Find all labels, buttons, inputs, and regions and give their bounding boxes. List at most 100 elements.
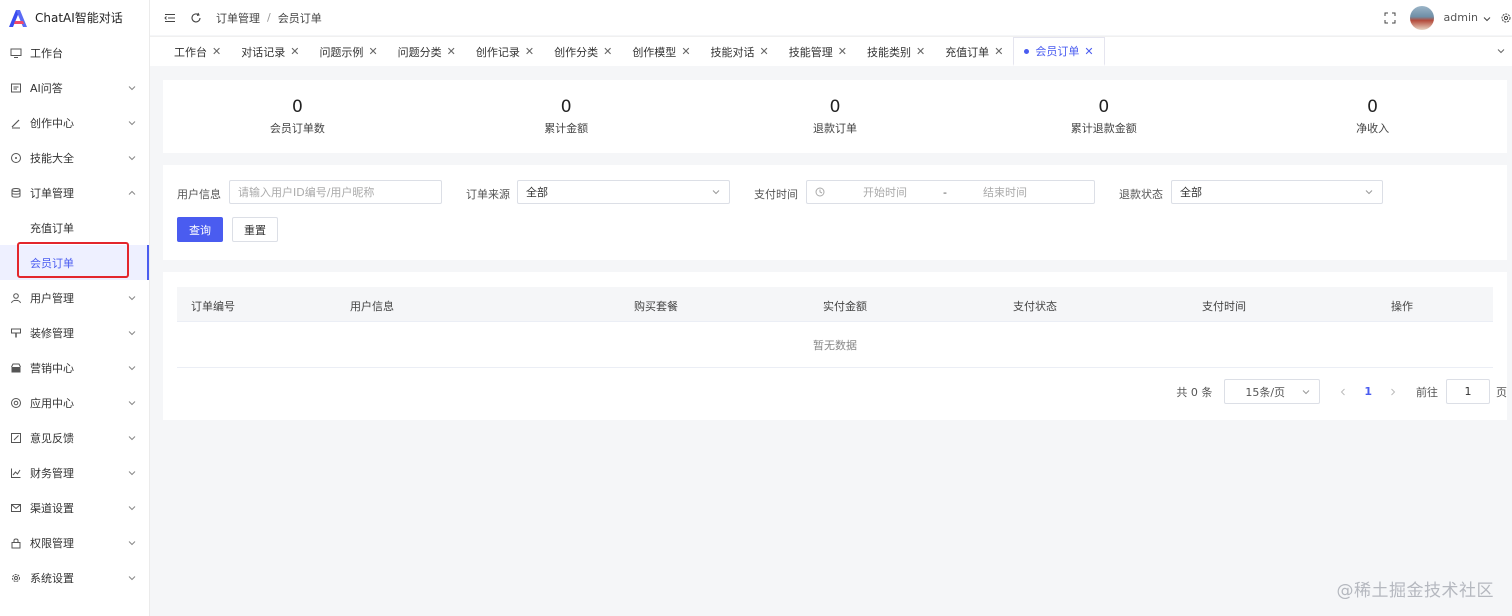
chevron-down-icon [711,187,721,197]
tab-question-categories[interactable]: 问题分类 ✕ [388,37,466,66]
tab-label: 问题分类 [397,45,442,59]
close-icon[interactable]: ✕ [1084,45,1093,58]
close-icon[interactable]: ✕ [603,45,612,58]
tab-creation-records[interactable]: 创作记录 ✕ [466,37,544,66]
sidebar-item-label: 系统设置 [30,571,74,585]
close-icon[interactable]: ✕ [838,45,847,58]
refresh-icon[interactable] [190,12,202,24]
refund-status-select[interactable]: 全部 [1171,180,1383,204]
breadcrumb-item[interactable]: 订单管理 [216,10,260,26]
user-icon [10,292,22,304]
sidebar-item-label: 装修管理 [30,326,74,340]
app-logo-icon [9,9,27,27]
sidebar-subitem-recharge-orders[interactable]: 充值订单 [0,210,149,245]
chevron-down-icon [127,503,137,513]
user-name[interactable]: admin [1444,11,1478,24]
next-page-icon[interactable] [1388,387,1398,397]
tab-workbench[interactable]: 工作台 ✕ [164,37,231,66]
tab-member-orders[interactable]: 会员订单 ✕ [1013,37,1105,66]
gear-icon[interactable] [1500,12,1512,24]
shop-icon [10,362,22,374]
close-icon[interactable]: ✕ [290,45,299,58]
chevron-down-icon [1364,187,1374,197]
order-source-value: 全部 [526,186,548,199]
sidebar-item-label: 意见反馈 [30,431,74,445]
sidebar-item-users[interactable]: 用户管理 [0,280,149,315]
page-size-select[interactable]: 15条/页 [1224,379,1321,404]
chevron-down-icon[interactable] [1496,46,1506,56]
prev-page-icon[interactable] [1338,387,1348,397]
start-time-placeholder[interactable]: 开始时间 [855,184,915,200]
close-icon[interactable]: ✕ [368,45,377,58]
close-icon[interactable]: ✕ [681,45,690,58]
fullscreen-icon[interactable] [1384,12,1396,24]
chevron-down-icon [127,83,137,93]
tab-skill-chat[interactable]: 技能对话 ✕ [701,37,779,66]
tab-skill-categories[interactable]: 技能类别 ✕ [857,37,935,66]
sidebar-item-skills[interactable]: 技能大全 [0,140,149,175]
close-icon[interactable]: ✕ [212,45,221,58]
app-icon [10,397,22,409]
chevron-down-icon [127,328,137,338]
current-page-number[interactable]: 1 [1364,385,1372,398]
sidebar-item-decoration[interactable]: 装修管理 [0,315,149,350]
chevron-down-icon [127,118,137,128]
close-icon[interactable]: ✕ [916,45,925,58]
sidebar-item-marketing[interactable]: 营销中心 [0,350,149,385]
logo[interactable]: ChatAI智能对话 [0,0,149,35]
pay-time-range-picker[interactable]: 开始时间 - 结束时间 [806,180,1095,204]
sidebar-item-orders[interactable]: 订单管理 [0,175,149,210]
pagination-total: 共 0 条 [1176,385,1213,399]
tab-creation-categories[interactable]: 创作分类 ✕ [544,37,622,66]
sidebar-item-finance[interactable]: 财务管理 [0,455,149,490]
stat-value: 0 [560,97,572,117]
user-info-label: 用户信息 [177,188,221,201]
sidebar-item-workbench[interactable]: 工作台 [0,35,149,70]
sidebar-item-system-settings[interactable]: 系统设置 [0,560,149,595]
sidebar-item-apps[interactable]: 应用中心 [0,385,149,420]
tab-label: 创作记录 [475,45,520,59]
goto-page-input[interactable]: 1 [1446,379,1490,404]
page-size-value: 15条/页 [1245,385,1286,399]
order-source-select[interactable]: 全部 [517,180,730,204]
sidebar-item-label: 营销中心 [30,361,74,375]
avatar[interactable] [1409,5,1434,30]
sidebar: ChatAI智能对话 工作台 AI问答 创作中心 技能大全 订单管理 充值订单 … [0,0,150,616]
stat-refund-amount: 0 累计退款金额 [969,80,1238,153]
reset-button[interactable]: 重置 [232,217,278,242]
chevron-down-icon [127,468,137,478]
stat-label: 退款订单 [812,122,857,135]
clock-icon [815,187,825,197]
chart-icon [10,467,22,479]
chevron-down-icon [1301,387,1311,397]
close-icon[interactable]: ✕ [760,45,769,58]
edit-icon [10,432,22,444]
chevron-down-icon[interactable] [1482,13,1492,23]
sidebar-item-label: 应用中心 [30,396,74,410]
stat-label: 会员订单数 [269,122,325,135]
tab-question-examples[interactable]: 问题示例 ✕ [309,37,387,66]
sidebar-item-channels[interactable]: 渠道设置 [0,490,149,525]
end-time-placeholder[interactable]: 结束时间 [975,184,1035,200]
sidebar-item-creation[interactable]: 创作中心 [0,105,149,140]
close-icon[interactable]: ✕ [525,45,534,58]
user-info-input[interactable]: 请输入用户ID编号/用户昵称 [229,180,442,204]
tab-creation-models[interactable]: 创作模型 ✕ [622,37,700,66]
filter-form: 用户信息 请输入用户ID编号/用户昵称 订单来源 全部 支付时间 开始时间 - … [163,165,1507,260]
user-info-placeholder: 请输入用户ID编号/用户昵称 [238,186,375,199]
sidebar-item-feedback[interactable]: 意见反馈 [0,420,149,455]
sidebar-item-permissions[interactable]: 权限管理 [0,525,149,560]
tab-recharge-orders[interactable]: 充值订单 ✕ [935,37,1013,66]
sidebar-item-ai-qa[interactable]: AI问答 [0,70,149,105]
close-icon[interactable]: ✕ [447,45,456,58]
tab-skill-management[interactable]: 技能管理 ✕ [779,37,857,66]
query-button[interactable]: 查询 [177,217,223,242]
tab-label: 技能管理 [788,45,833,59]
stat-value: 0 [1367,97,1378,117]
stat-value: 0 [291,97,303,117]
close-icon[interactable]: ✕ [994,45,1003,58]
column-header: 订单编号 [191,300,235,313]
column-header: 实付金额 [823,300,867,313]
collapse-menu-icon[interactable] [164,12,176,24]
tab-chat-records[interactable]: 对话记录 ✕ [231,37,309,66]
